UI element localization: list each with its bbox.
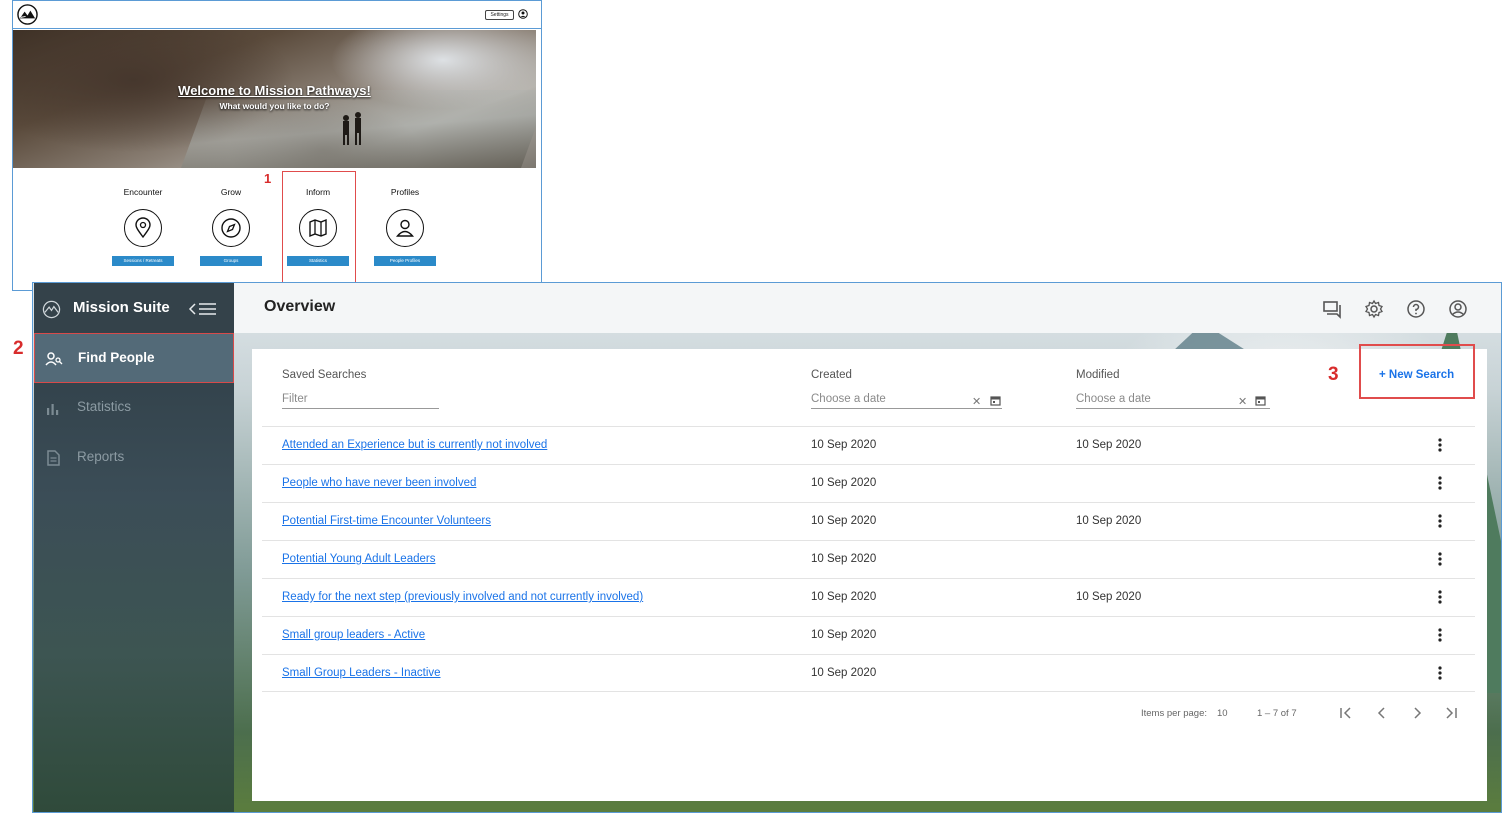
people-profiles-button[interactable]: People Profiles	[374, 256, 436, 266]
hikers-figure	[343, 112, 361, 145]
more-vert-icon[interactable]	[1437, 513, 1443, 529]
saved-search-link[interactable]: Small Group Leaders - Inactive	[282, 667, 441, 679]
tile-title: Grow	[220, 187, 242, 197]
created-date: 10 Sep 2020	[811, 629, 877, 641]
landing-topbar: Settings	[13, 1, 541, 29]
saved-search-link[interactable]: Potential Young Adult Leaders	[282, 553, 435, 565]
tile-profiles[interactable]: Profiles People Profiles	[370, 187, 440, 266]
tile-title: Profiles	[390, 187, 420, 197]
clear-modified-date-icon[interactable]: ✕	[1238, 395, 1247, 408]
callout-three: 3	[1328, 364, 1339, 385]
settings-button[interactable]: Settings	[485, 10, 514, 20]
chat-icon[interactable]	[1322, 299, 1342, 319]
sidebar-item-label: Find People	[78, 350, 155, 365]
hero-title: Welcome to Mission Pathways!	[178, 83, 371, 98]
top-app-bar	[234, 283, 1501, 333]
previous-page-icon[interactable]	[1374, 706, 1390, 720]
clear-created-date-icon[interactable]: ✕	[972, 395, 981, 408]
more-vert-icon[interactable]	[1437, 589, 1443, 605]
created-date: 10 Sep 2020	[811, 667, 877, 679]
sidebar-item-reports[interactable]: Reports	[34, 433, 234, 483]
mission-logo-icon[interactable]	[42, 300, 61, 319]
tile-encounter[interactable]: Encounter Sessions / Retreats	[108, 187, 178, 266]
landing-screenshot: Settings Welcome to Mission Pathways! Wh…	[12, 0, 542, 291]
page-title: Overview	[264, 298, 336, 315]
user-icon[interactable]	[518, 9, 528, 19]
table-row: Small group leaders - Active 10 Sep 2020	[262, 616, 1475, 654]
saved-searches-table: Attended an Experience but is currently …	[262, 426, 1475, 692]
people-search-icon	[45, 352, 63, 366]
table-row: Potential Young Adult Leaders 10 Sep 202…	[262, 540, 1475, 578]
tile-grow[interactable]: Grow Groups	[196, 187, 266, 266]
table-row: Potential First-time Encounter Volunteer…	[262, 502, 1475, 540]
modified-date: 10 Sep 2020	[1076, 515, 1142, 527]
column-header-modified: Modified	[1076, 369, 1120, 381]
calendar-icon[interactable]	[1255, 395, 1266, 406]
more-vert-icon[interactable]	[1437, 551, 1443, 567]
more-vert-icon[interactable]	[1437, 665, 1443, 681]
last-page-icon[interactable]	[1443, 706, 1459, 720]
sidebar-header: Mission Suite	[34, 283, 234, 333]
bar-chart-icon	[47, 404, 59, 415]
hero-banner: Welcome to Mission Pathways! What would …	[13, 30, 536, 168]
page-range: 1 – 7 of 7	[1257, 708, 1297, 719]
calendar-icon[interactable]	[990, 395, 1001, 406]
more-vert-icon[interactable]	[1437, 437, 1443, 453]
document-icon	[47, 450, 60, 466]
groups-button[interactable]: Groups	[200, 256, 262, 266]
gear-icon[interactable]	[1364, 299, 1384, 319]
app-title: Mission Suite	[73, 299, 170, 316]
mission-logo-icon[interactable]	[17, 4, 38, 25]
account-icon[interactable]	[1448, 299, 1468, 319]
person-icon[interactable]	[386, 209, 424, 247]
help-icon[interactable]	[1406, 299, 1426, 319]
saved-search-link[interactable]: Ready for the next step (previously invo…	[282, 591, 643, 603]
callout-two: 2	[13, 338, 24, 359]
saved-search-link[interactable]: Attended an Experience but is currently …	[282, 439, 547, 451]
hero-subtitle: What would you like to do?	[219, 101, 330, 111]
created-date: 10 Sep 2020	[811, 515, 877, 527]
sidebar-item-find-people[interactable]: Find People	[34, 333, 234, 383]
column-header-saved-searches: Saved Searches	[282, 369, 367, 381]
created-date: 10 Sep 2020	[811, 439, 877, 451]
first-page-icon[interactable]	[1338, 706, 1354, 720]
more-vert-icon[interactable]	[1437, 475, 1443, 491]
new-search-highlight-box	[1359, 344, 1475, 399]
created-date: 10 Sep 2020	[811, 591, 877, 603]
modified-date: 10 Sep 2020	[1076, 591, 1142, 603]
tile-title: Encounter	[123, 187, 163, 197]
next-page-icon[interactable]	[1409, 706, 1425, 720]
column-header-created: Created	[811, 369, 852, 381]
table-row: Attended an Experience but is currently …	[262, 426, 1475, 464]
table-row: Small Group Leaders - Inactive 10 Sep 20…	[262, 654, 1475, 692]
items-per-page-label: Items per page:	[1141, 708, 1208, 719]
map-pin-icon[interactable]	[124, 209, 162, 247]
more-vert-icon[interactable]	[1437, 627, 1443, 643]
modified-date: 10 Sep 2020	[1076, 439, 1142, 451]
table-row: Ready for the next step (previously invo…	[262, 578, 1475, 616]
compass-icon[interactable]	[212, 209, 250, 247]
created-date: 10 Sep 2020	[811, 477, 877, 489]
table-row: People who have never been involved 10 S…	[262, 464, 1475, 502]
saved-search-link[interactable]: Small group leaders - Active	[282, 629, 425, 641]
sessions-retreats-button[interactable]: Sessions / Retreats	[112, 256, 174, 266]
items-per-page-select[interactable]: 10	[1217, 708, 1228, 719]
callout-one: 1	[264, 171, 272, 186]
mission-suite-app: Overview Mission Suite Find People Stati…	[32, 282, 1502, 813]
filter-input[interactable]	[282, 393, 439, 409]
menu-toggle-icon[interactable]	[188, 301, 218, 317]
sidebar: Mission Suite Find People Statistics Rep…	[34, 283, 234, 812]
saved-search-link[interactable]: People who have never been involved	[282, 477, 476, 489]
created-date: 10 Sep 2020	[811, 553, 877, 565]
sidebar-item-label: Reports	[77, 449, 125, 464]
inform-highlight-box	[282, 171, 356, 283]
saved-search-link[interactable]: Potential First-time Encounter Volunteer…	[282, 515, 491, 527]
sidebar-item-statistics[interactable]: Statistics	[34, 383, 234, 433]
saved-searches-panel: Saved Searches Created Modified ✕ ✕ + Ne…	[252, 344, 1487, 801]
sidebar-item-label: Statistics	[77, 399, 132, 414]
